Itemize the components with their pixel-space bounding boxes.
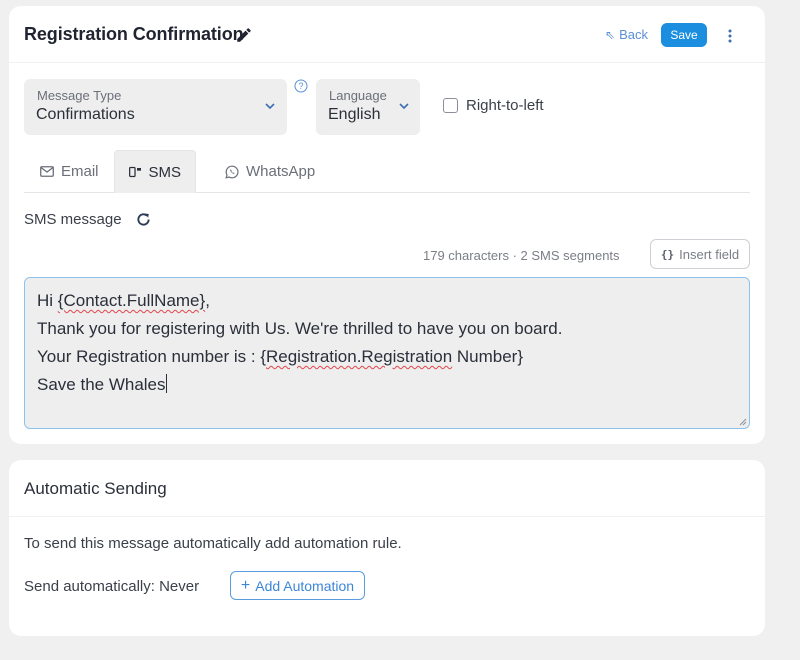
plus-icon: +	[240, 576, 251, 594]
language-select[interactable]: Language English	[316, 79, 420, 135]
back-link[interactable]: ⇖ Back	[605, 27, 648, 42]
svg-text:?: ?	[298, 81, 303, 91]
sms-line-1: Hi {Contact.FullName},	[37, 287, 737, 315]
language-value: English	[328, 106, 381, 123]
message-editor-card: Registration Confirmation ⇖ Back Save Me…	[9, 6, 765, 444]
sms-line-4: Save the Whales	[37, 371, 737, 399]
resize-handle-icon[interactable]	[739, 418, 747, 426]
back-label: Back	[619, 27, 648, 42]
sms-text-segment: Hi	[37, 291, 58, 310]
chevron-down-icon	[399, 103, 409, 110]
send-status: Send automatically: Never	[24, 578, 200, 595]
tab-email-label: Email	[61, 163, 99, 180]
message-type-value: Confirmations	[36, 106, 135, 123]
sms-text-segment: Your Registration number is : {	[37, 347, 266, 366]
editor-header: Registration Confirmation ⇖ Back Save	[9, 6, 765, 63]
braces-icon: {}	[660, 247, 675, 261]
tab-whatsapp[interactable]: WhatsApp	[211, 150, 329, 193]
message-type-select[interactable]: Message Type Confirmations	[24, 79, 287, 135]
character-count: 179 characters · 2 SMS segments	[423, 248, 620, 263]
message-type-label: Message Type	[37, 88, 122, 103]
sms-line-3: Your Registration number is : {Registrat…	[37, 343, 737, 371]
sms-text-segment: Save the Whales	[37, 375, 166, 394]
tab-email[interactable]: Email	[26, 150, 113, 193]
insert-field-button[interactable]: {} Insert field	[650, 239, 750, 269]
tab-sms-label: SMS	[148, 163, 181, 181]
mail-icon	[40, 166, 54, 177]
insert-field-label: Insert field	[679, 246, 740, 262]
chevron-down-icon	[265, 103, 275, 110]
more-vertical-icon[interactable]	[726, 28, 734, 44]
whatsapp-icon	[225, 165, 239, 179]
save-button[interactable]: Save	[661, 23, 707, 47]
automation-description: To send this message automatically add a…	[24, 535, 402, 552]
sms-textarea[interactable]: Hi {Contact.FullName}, Thank you for reg…	[24, 277, 750, 429]
tab-sms[interactable]: SMS	[114, 150, 196, 193]
page-title: Registration Confirmation	[24, 24, 244, 44]
text-caret	[165, 374, 167, 393]
arrow-up-left-icon: ⇖	[605, 27, 616, 42]
sms-text-segment: Number}	[452, 347, 524, 366]
add-automation-button[interactable]: + Add Automation	[230, 571, 365, 600]
sms-text-segment: ,	[205, 291, 210, 310]
rtl-checkbox[interactable]	[443, 98, 458, 113]
channel-tabs: Email SMS WhatsApp	[24, 150, 750, 193]
help-icon[interactable]: ?	[294, 79, 308, 93]
sms-line-2: Thank you for registering with Us. We're…	[37, 319, 563, 338]
automation-title: Automatic Sending	[24, 479, 167, 498]
registration-number-field: Registration.Registration	[266, 347, 453, 366]
contact-fullname-field: {Contact.FullName}	[57, 291, 206, 310]
language-label: Language	[329, 88, 387, 103]
automation-card: Automatic Sending To send this message a…	[9, 460, 765, 636]
automation-header: Automatic Sending	[9, 460, 765, 517]
refresh-icon[interactable]	[136, 212, 151, 227]
pencil-icon[interactable]	[235, 26, 253, 44]
add-automation-label: Add Automation	[255, 577, 355, 594]
rtl-label[interactable]: Right-to-left	[466, 97, 544, 114]
tab-whatsapp-label: WhatsApp	[246, 163, 316, 180]
sms-message-label: SMS message	[24, 211, 122, 228]
sms-icon	[129, 166, 142, 178]
